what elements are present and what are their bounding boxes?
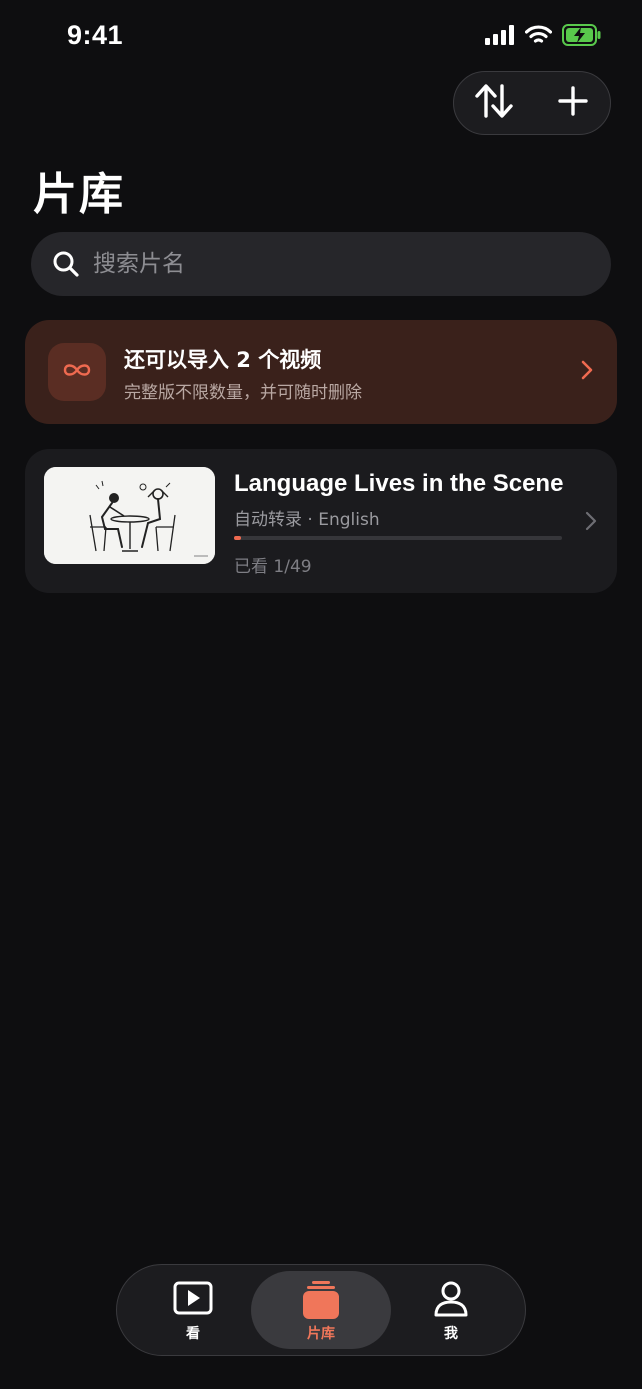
search-bar[interactable]: [31, 232, 611, 296]
tab-library[interactable]: 片库: [251, 1271, 391, 1349]
watch-progress-bar: [234, 536, 562, 540]
wifi-icon: [524, 25, 553, 49]
person-icon: [434, 1281, 468, 1321]
watch-progress-fill: [234, 536, 241, 540]
thumbnail-illustration: [44, 467, 215, 564]
tab-me[interactable]: 我: [387, 1271, 515, 1349]
library-stack-icon: [302, 1281, 340, 1325]
tab-label: 我: [444, 1326, 458, 1342]
status-icons: [485, 24, 602, 50]
promo-subtitle: 完整版不限数量，并可随时删除: [124, 383, 362, 403]
status-time: 9:41: [67, 20, 124, 50]
signal-icon: [485, 25, 515, 49]
video-card[interactable]: Language Lives in the Scene 自动转录 · Engli…: [25, 449, 617, 593]
add-video-button[interactable]: [533, 72, 612, 134]
search-input[interactable]: [91, 250, 575, 278]
tab-watch[interactable]: 看: [129, 1271, 257, 1349]
infinity-icon: [62, 362, 92, 382]
import-quota-banner[interactable]: 还可以导入 2 个视频 完整版不限数量，并可随时删除: [25, 320, 617, 424]
tab-label: 片库: [307, 1326, 335, 1342]
promo-title: 还可以导入 2 个视频: [124, 348, 322, 372]
infinity-badge: [48, 343, 106, 401]
watched-count: 已看 1/49: [234, 557, 312, 577]
video-thumbnail: [44, 467, 215, 564]
video-title: Language Lives in the Scene: [234, 470, 564, 497]
play-screen-icon: [173, 1281, 213, 1319]
plus-icon: [557, 85, 589, 121]
sort-button[interactable]: [454, 72, 533, 134]
library-screen: 9:41 片库 搜索片名 还可以导入 2 个视频 完整版不限数量，并可随时删除 …: [0, 0, 642, 1389]
page-title: 片库: [33, 169, 125, 220]
chevron-right-icon: [581, 360, 593, 384]
battery-charging-icon: [562, 24, 602, 50]
tab-label: 看: [186, 1326, 200, 1342]
tab-bar: 看 片库 我: [116, 1264, 526, 1356]
video-meta: 自动转录 · English: [234, 510, 380, 530]
search-icon: [51, 249, 81, 279]
chevron-right-icon: [585, 511, 597, 535]
top-action-pill: [453, 71, 611, 135]
sort-arrows-icon: [473, 83, 515, 123]
